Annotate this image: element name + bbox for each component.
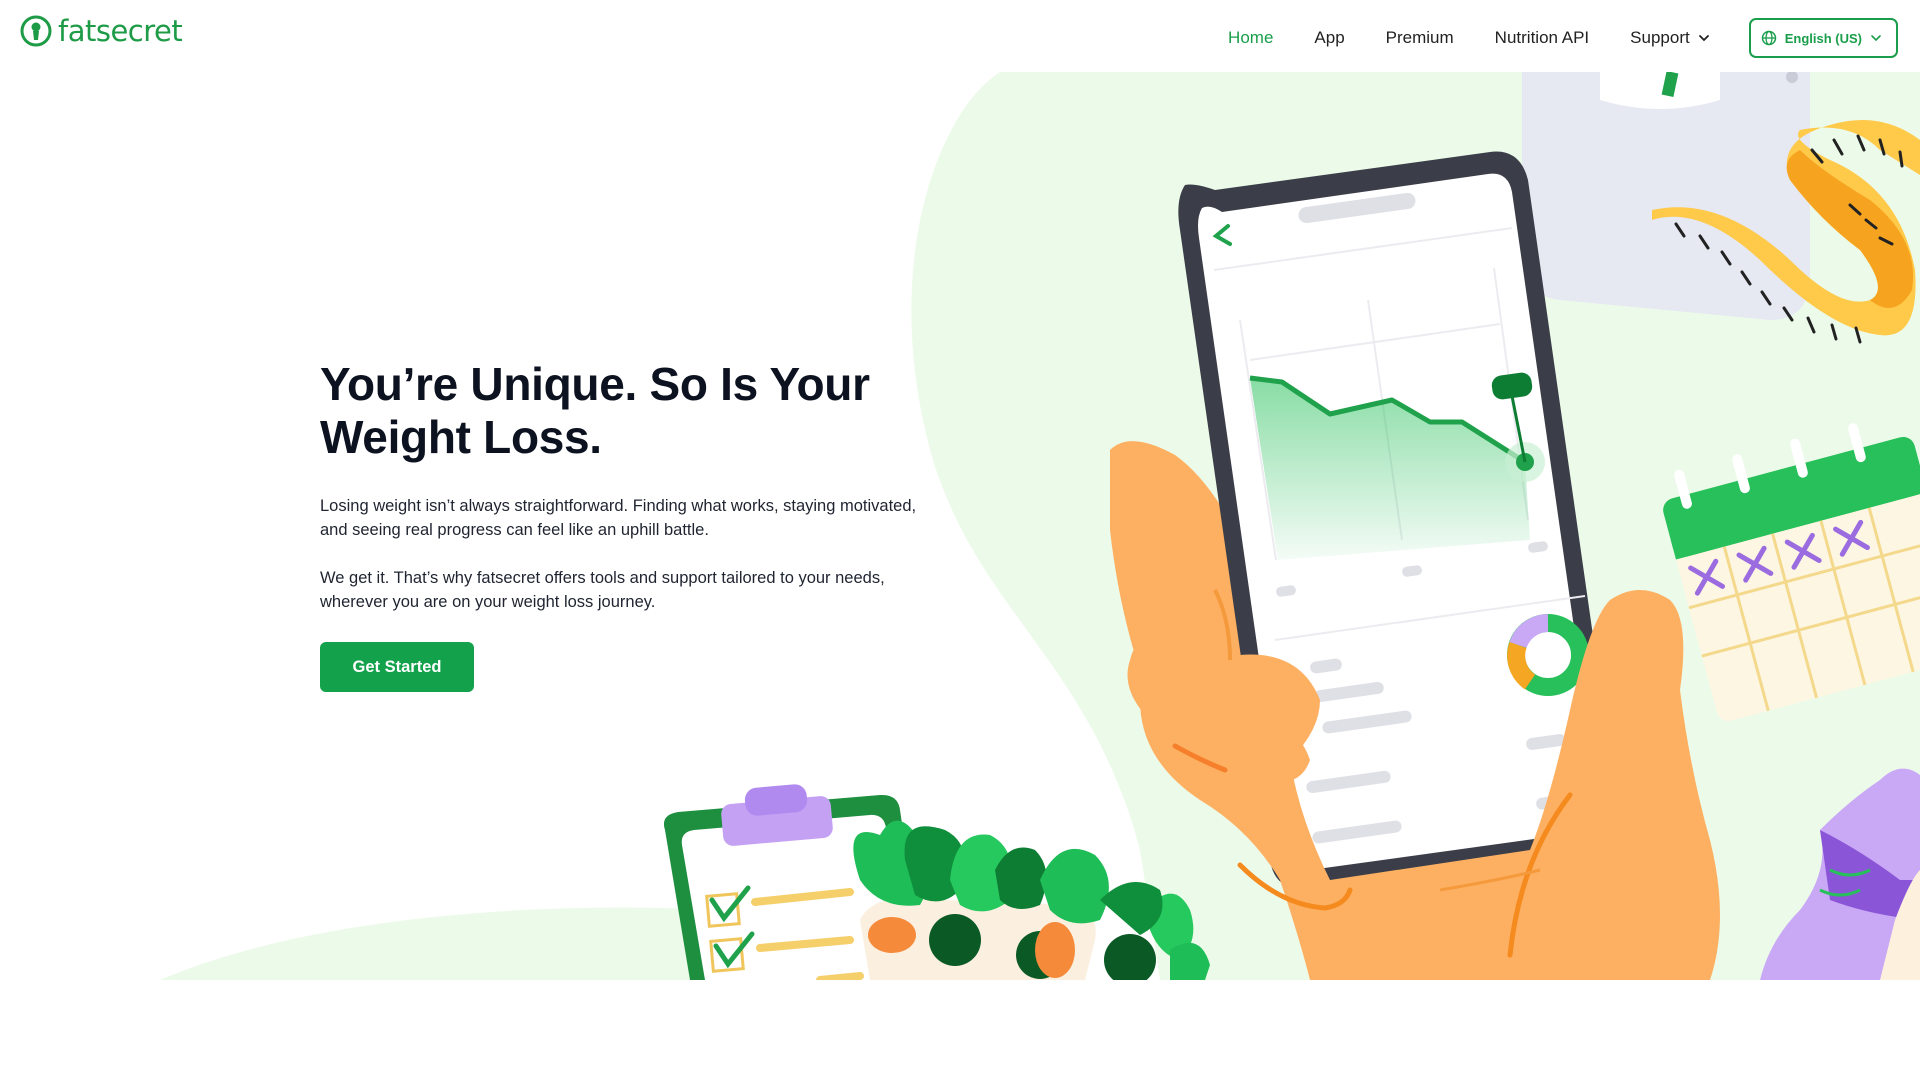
- nav-premium[interactable]: Premium: [1386, 28, 1454, 48]
- nav-support[interactable]: Support: [1630, 28, 1710, 48]
- hero-paragraph-1: Losing weight isn’t always straightforwa…: [320, 497, 917, 539]
- hero-content: You’re Unique. So Is Your Weight Loss. L…: [320, 358, 940, 614]
- hero-paragraph-2: We get it. That’s why fatsecret offers t…: [320, 569, 885, 611]
- brand-name: fatsecret: [58, 14, 183, 48]
- hero-title: You’re Unique. So Is Your Weight Loss.: [320, 358, 940, 464]
- site-header: fatsecret Home App Premium Nutrition API…: [0, 0, 1920, 72]
- keyhole-person-icon: [20, 15, 52, 47]
- nav-support-label: Support: [1630, 28, 1690, 47]
- language-selector[interactable]: English (US): [1748, 18, 1898, 58]
- chevron-down-icon: [1698, 35, 1709, 42]
- sneaker-illustration: [1760, 768, 1920, 980]
- hero-title-line2: Weight Loss.: [320, 411, 602, 463]
- scale-illustration: [1522, 71, 1810, 320]
- page: fatsecret Home App Premium Nutrition API…: [0, 0, 1920, 1080]
- calendar-illustration: [1663, 423, 1920, 722]
- globe-icon: [1761, 30, 1776, 46]
- chevron-down-icon: [1871, 35, 1881, 42]
- nav-app[interactable]: App: [1314, 28, 1344, 48]
- main-nav: Home App Premium Nutrition API Support E…: [1228, 18, 1898, 58]
- brand-logo[interactable]: fatsecret: [20, 14, 183, 48]
- language-label: English (US): [1784, 30, 1862, 46]
- hero-title-line1: You’re Unique. So Is Your: [320, 358, 870, 410]
- hero-illustration: [663, 71, 1920, 980]
- nav-home[interactable]: Home: [1228, 28, 1273, 48]
- nav-nutrition-api[interactable]: Nutrition API: [1495, 28, 1590, 48]
- salad-bowl-illustration: [853, 820, 1210, 980]
- get-started-button[interactable]: Get Started: [320, 642, 474, 692]
